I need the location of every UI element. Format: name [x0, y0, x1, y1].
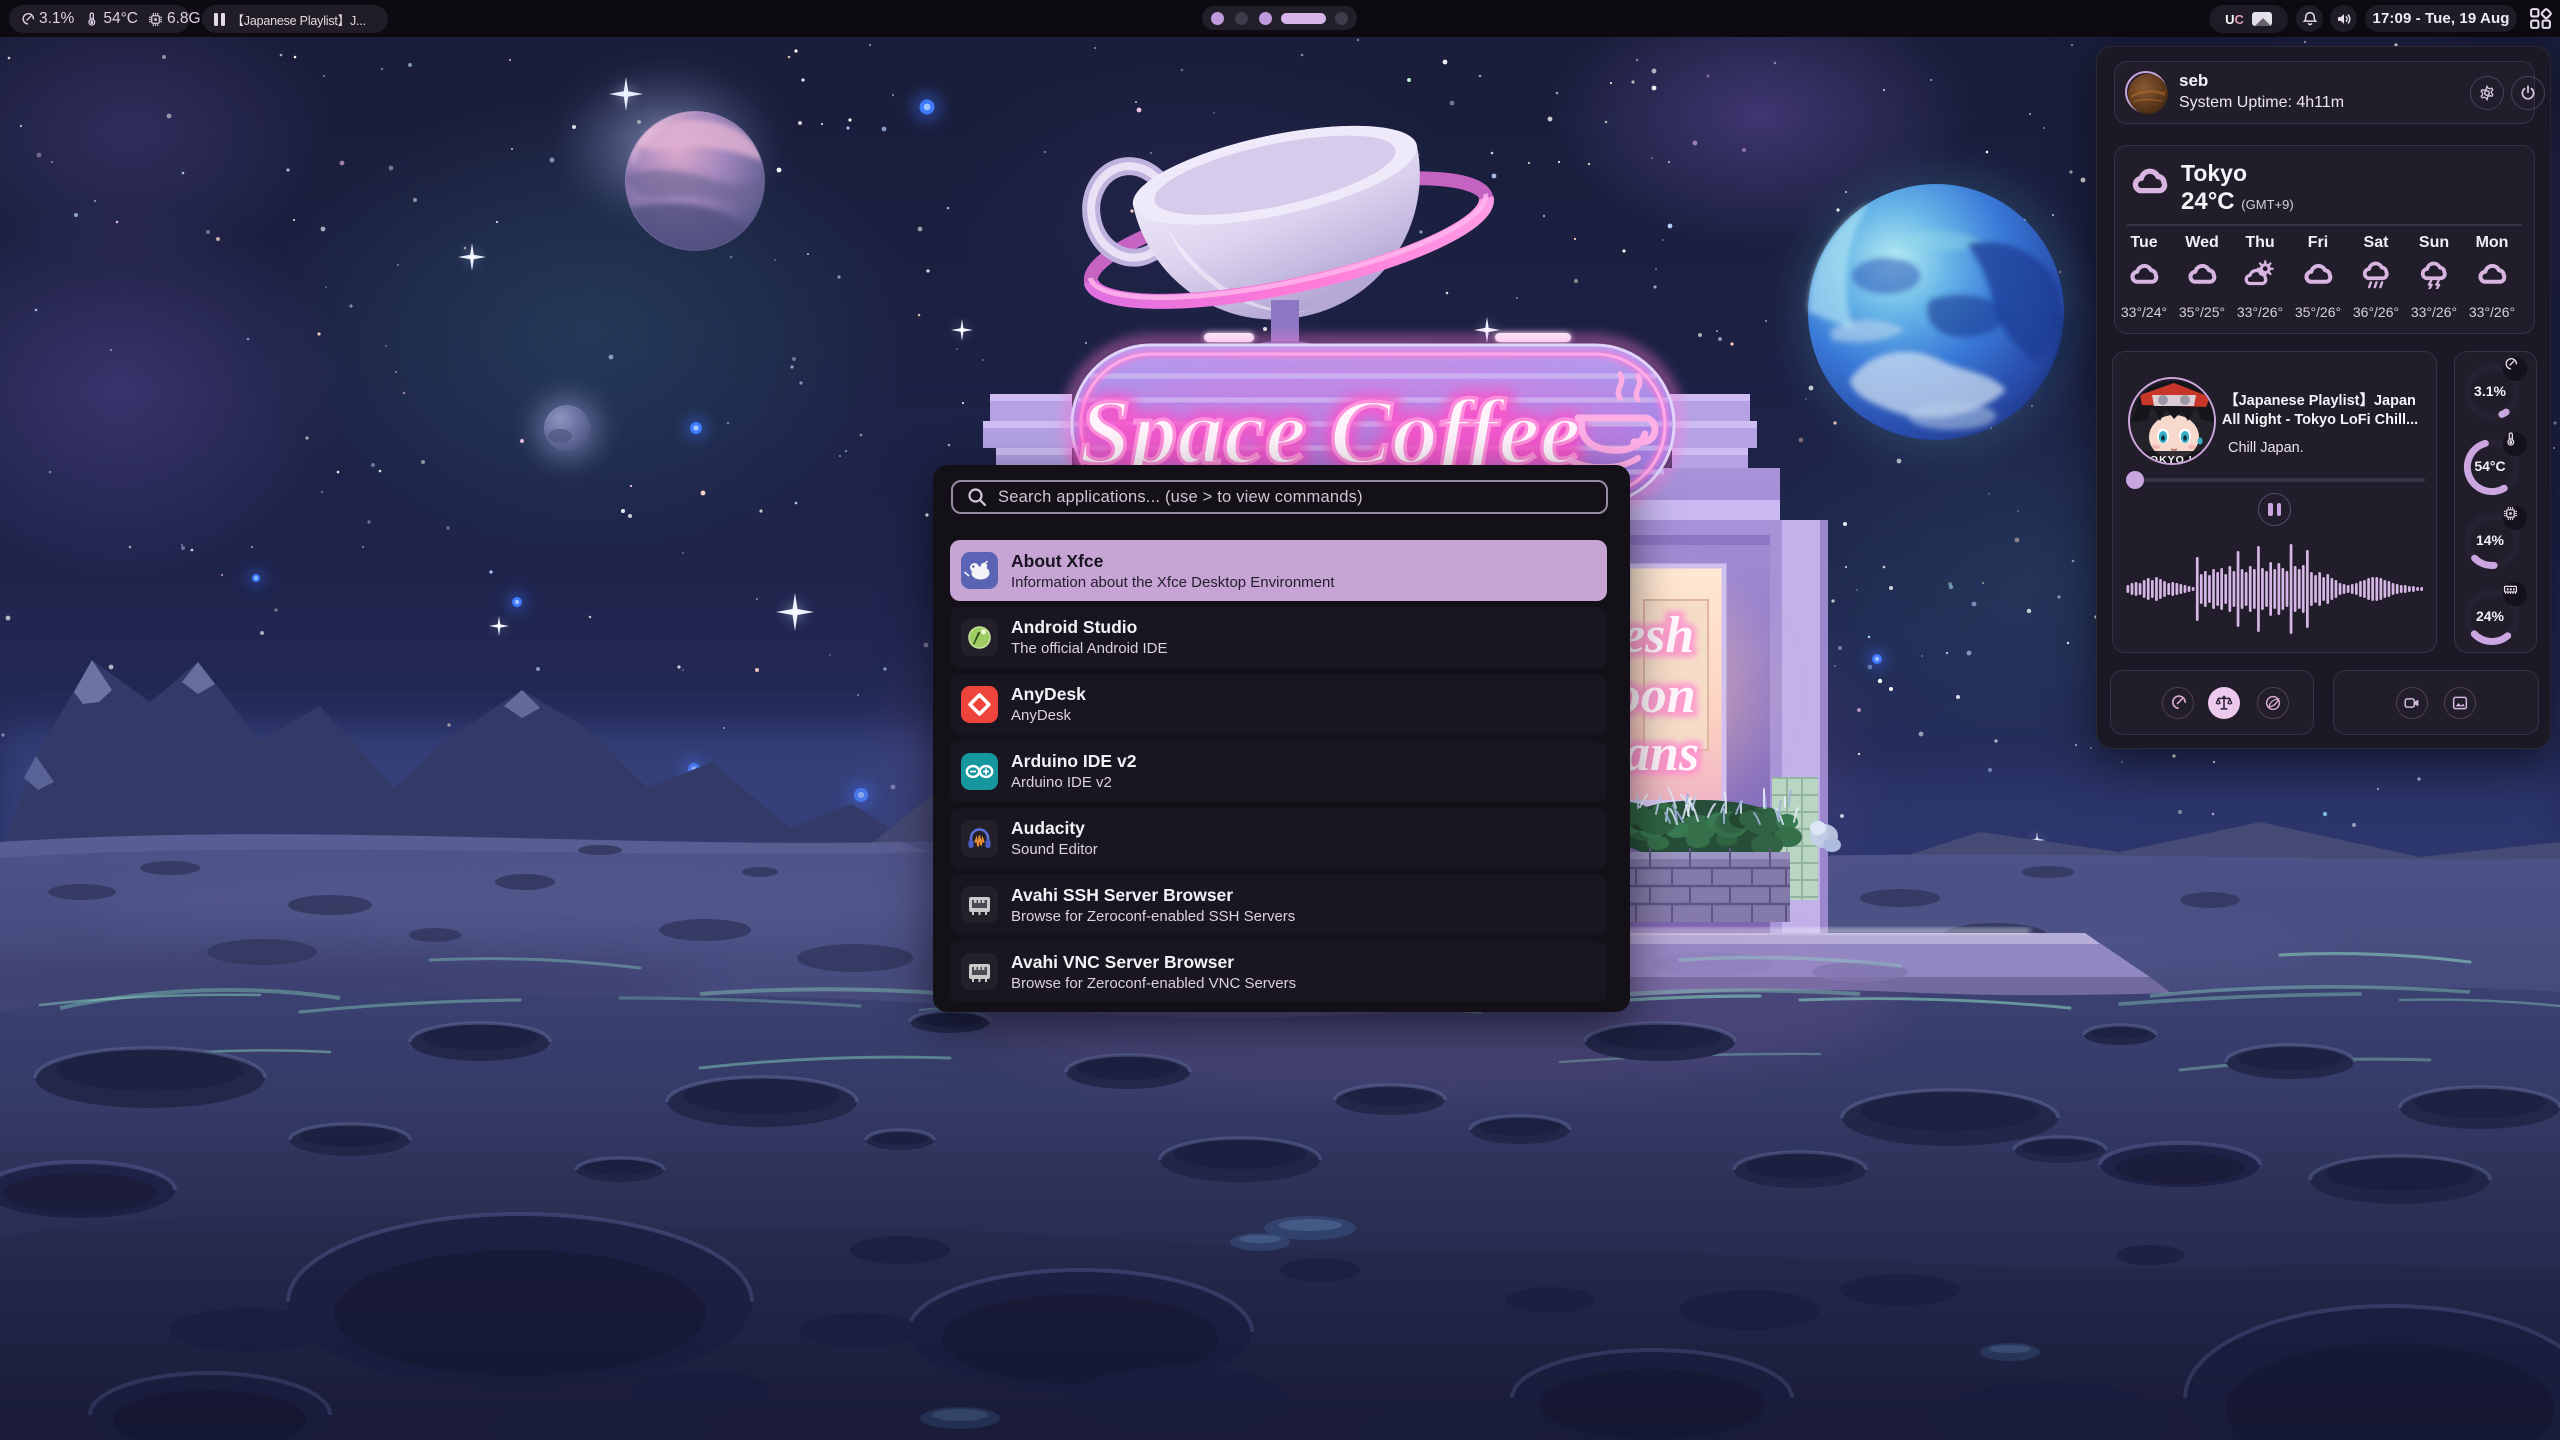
- svg-text:TOKYO LO: TOKYO LO: [2143, 454, 2206, 465]
